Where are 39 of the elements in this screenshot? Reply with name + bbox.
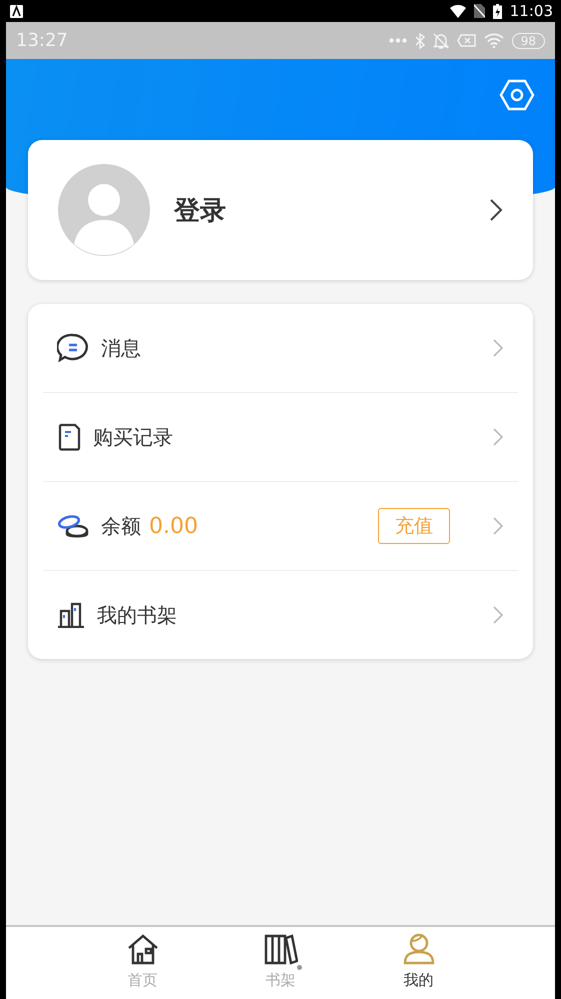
avatar-icon	[58, 164, 150, 256]
person-icon	[402, 933, 436, 965]
nav-label: 我的	[404, 971, 434, 990]
menu-label: 购买记录	[93, 424, 173, 450]
system-clock: 11:03	[510, 2, 553, 20]
menu-row[interactable]: 我的书架	[43, 570, 518, 659]
menu-label: 余额	[101, 512, 141, 540]
no-sim-icon	[474, 4, 485, 18]
coins-icon	[57, 512, 89, 540]
menu-label: 消息	[101, 334, 141, 362]
wifi-icon	[450, 4, 466, 18]
sim-off-icon	[456, 34, 476, 47]
menu-label: 我的书架	[97, 602, 177, 628]
chevron-right-icon	[489, 198, 503, 222]
menu-row[interactable]: 购买记录	[43, 392, 518, 481]
document-icon	[57, 423, 81, 451]
bluetooth-icon	[414, 32, 425, 48]
bell-off-icon	[432, 32, 449, 48]
menu-row[interactable]: 余额 0.00 充值	[43, 481, 518, 570]
bookshelf-icon	[57, 602, 85, 628]
balance-amount: 0.00	[149, 514, 198, 538]
battery-charging-icon	[492, 4, 502, 18]
settings-icon[interactable]	[499, 79, 535, 111]
wifi-icon	[484, 33, 504, 48]
chevron-right-icon	[492, 516, 504, 536]
profile-card[interactable]: 登录	[28, 140, 533, 280]
app-notification-icon	[10, 4, 23, 18]
login-label[interactable]: 登录	[174, 192, 465, 228]
menu-row[interactable]: 消息	[43, 304, 518, 392]
nav-label: 首页	[128, 971, 158, 990]
books-icon	[264, 933, 298, 965]
chevron-right-icon	[492, 338, 504, 358]
nav-label: 书架	[266, 971, 296, 990]
chevron-right-icon	[492, 605, 504, 625]
chat-bubble-icon	[57, 333, 89, 363]
house-icon	[126, 933, 160, 965]
chevron-right-icon	[492, 427, 504, 447]
more-dots-icon	[388, 38, 407, 43]
nav-tab[interactable]: 我的	[384, 927, 452, 999]
